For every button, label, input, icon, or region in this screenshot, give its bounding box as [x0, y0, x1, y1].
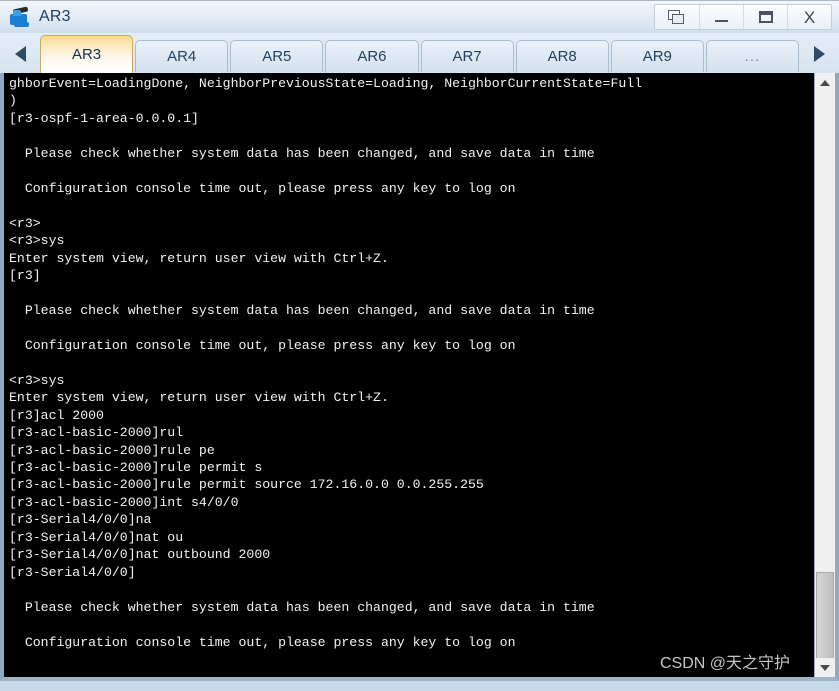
tab-ar8[interactable]: AR8	[515, 40, 609, 72]
tab-ar6[interactable]: AR6	[325, 40, 419, 72]
chevron-up-icon	[820, 79, 830, 86]
console-text: ghborEvent=LoadingDone, NeighborPrevious…	[9, 76, 643, 650]
console-vertical-scrollbar[interactable]	[814, 73, 835, 677]
restore-icon	[668, 9, 686, 25]
window-title-group: AR3	[0, 5, 71, 29]
tab-label: AR3	[71, 46, 102, 63]
ensp-router-console-window: AR3 X AR3 AR4 AR5 AR6 AR7 AR8 AR9 ... gh…	[0, 0, 839, 691]
tab-label: ...	[744, 48, 761, 65]
scroll-up-button[interactable]	[815, 73, 835, 92]
triangle-left-icon	[14, 46, 26, 62]
console-output-area[interactable]: ghborEvent=LoadingDone, NeighborPrevious…	[4, 73, 814, 677]
scroll-down-button[interactable]	[815, 658, 835, 677]
tab-label: AR5	[262, 48, 292, 65]
tab-more[interactable]: ...	[705, 40, 799, 72]
restore-window-button[interactable]	[655, 5, 699, 29]
tab-ar4[interactable]: AR4	[135, 40, 229, 72]
tab-scroll-right-button[interactable]	[799, 35, 839, 73]
tab-label: AR8	[547, 48, 577, 65]
tab-scroll-left-button[interactable]	[0, 35, 40, 73]
window-title-bar: AR3 X	[0, 0, 839, 33]
tab-ar3[interactable]: AR3	[40, 35, 134, 73]
maximize-window-button[interactable]	[743, 5, 787, 29]
device-tab-bar: AR3 AR4 AR5 AR6 AR7 AR8 AR9 ...	[0, 33, 839, 73]
router-icon	[8, 5, 32, 29]
console-frame: ghborEvent=LoadingDone, NeighborPrevious…	[0, 73, 839, 681]
tab-label: AR7	[452, 48, 482, 65]
scrollbar-thumb[interactable]	[816, 572, 834, 662]
tab-label: AR4	[167, 48, 197, 65]
tab-label: AR6	[357, 48, 387, 65]
tab-ar5[interactable]: AR5	[230, 40, 324, 72]
close-icon: X	[803, 7, 816, 27]
tab-ar7[interactable]: AR7	[420, 40, 514, 72]
minimize-icon	[715, 20, 728, 22]
tab-label: AR9	[642, 48, 672, 65]
minimize-window-button[interactable]	[699, 5, 743, 29]
tab-list: AR3 AR4 AR5 AR6 AR7 AR8 AR9 ...	[40, 35, 799, 73]
maximize-icon	[758, 11, 773, 23]
triangle-right-icon	[813, 46, 825, 62]
watermark: CSDN @天之守护	[659, 655, 790, 672]
tab-ar9[interactable]: AR9	[610, 40, 704, 72]
window-title: AR3	[39, 8, 71, 25]
chevron-down-icon	[820, 664, 830, 671]
window-controls: X	[654, 4, 832, 30]
close-window-button[interactable]: X	[787, 5, 831, 29]
